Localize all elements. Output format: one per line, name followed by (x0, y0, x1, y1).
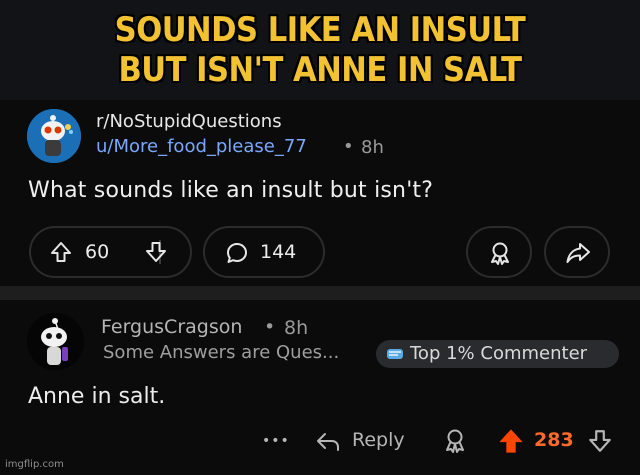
upvote-icon[interactable] (49, 240, 73, 264)
meme-banner: SOUNDS LIKE AN INSULT BUT ISN'T ANNE IN … (0, 0, 640, 100)
snoo-avatar-icon (27, 313, 84, 370)
downvote-icon[interactable] (587, 428, 613, 454)
snoo-icon (27, 109, 81, 163)
comments-button[interactable]: 144 (203, 226, 325, 278)
award-icon[interactable] (442, 427, 468, 455)
meta-separator: • (343, 136, 354, 157)
award-button[interactable] (466, 226, 532, 278)
section-separator (0, 286, 640, 300)
reddit-post: r/NoStupidQuestions u/More_food_please_7… (0, 100, 640, 285)
subreddit-avatar[interactable] (27, 109, 81, 163)
comment: FergusCragson • 8h Some Answers are Ques… (0, 300, 640, 475)
meme-caption-line-1: SOUNDS LIKE AN INSULT (114, 10, 526, 50)
post-author[interactable]: u/More_food_please_77 (96, 136, 307, 157)
commenter-avatar[interactable] (27, 313, 84, 370)
comment-icon (227, 243, 247, 263)
comment-body: Anne in salt. (28, 384, 166, 409)
meta-separator: • (264, 316, 276, 338)
user-flair: Some Answers are Ques... (103, 342, 340, 363)
post-age: 8h (361, 137, 384, 158)
comment-author[interactable]: FergusCragson (101, 316, 242, 338)
reply-button[interactable]: Reply (352, 429, 405, 451)
reply-icon[interactable] (315, 430, 341, 454)
meme-caption-line-2: BUT ISN'T ANNE IN SALT (118, 50, 523, 90)
comment-count: 144 (260, 241, 297, 263)
upvote-icon[interactable] (497, 427, 525, 455)
imgflip-watermark: imgflip.com (5, 459, 64, 470)
award-icon (491, 242, 509, 265)
share-icon (566, 243, 590, 263)
comment-age: 8h (284, 317, 309, 339)
vote-bar: 60 (29, 226, 192, 278)
commenter-badge-icon (387, 349, 403, 359)
subreddit-name[interactable]: r/NoStupidQuestions (96, 111, 282, 132)
comment-score: 283 (534, 429, 574, 451)
top-commenter-badge: Top 1% Commenter (376, 340, 619, 368)
badge-label: Top 1% Commenter (410, 343, 588, 364)
share-button[interactable] (544, 226, 610, 278)
more-options-button[interactable]: ••• (262, 433, 290, 449)
post-score: 60 (85, 241, 110, 263)
downvote-icon[interactable] (144, 240, 168, 264)
post-title[interactable]: What sounds like an insult but isn't? (28, 178, 433, 203)
